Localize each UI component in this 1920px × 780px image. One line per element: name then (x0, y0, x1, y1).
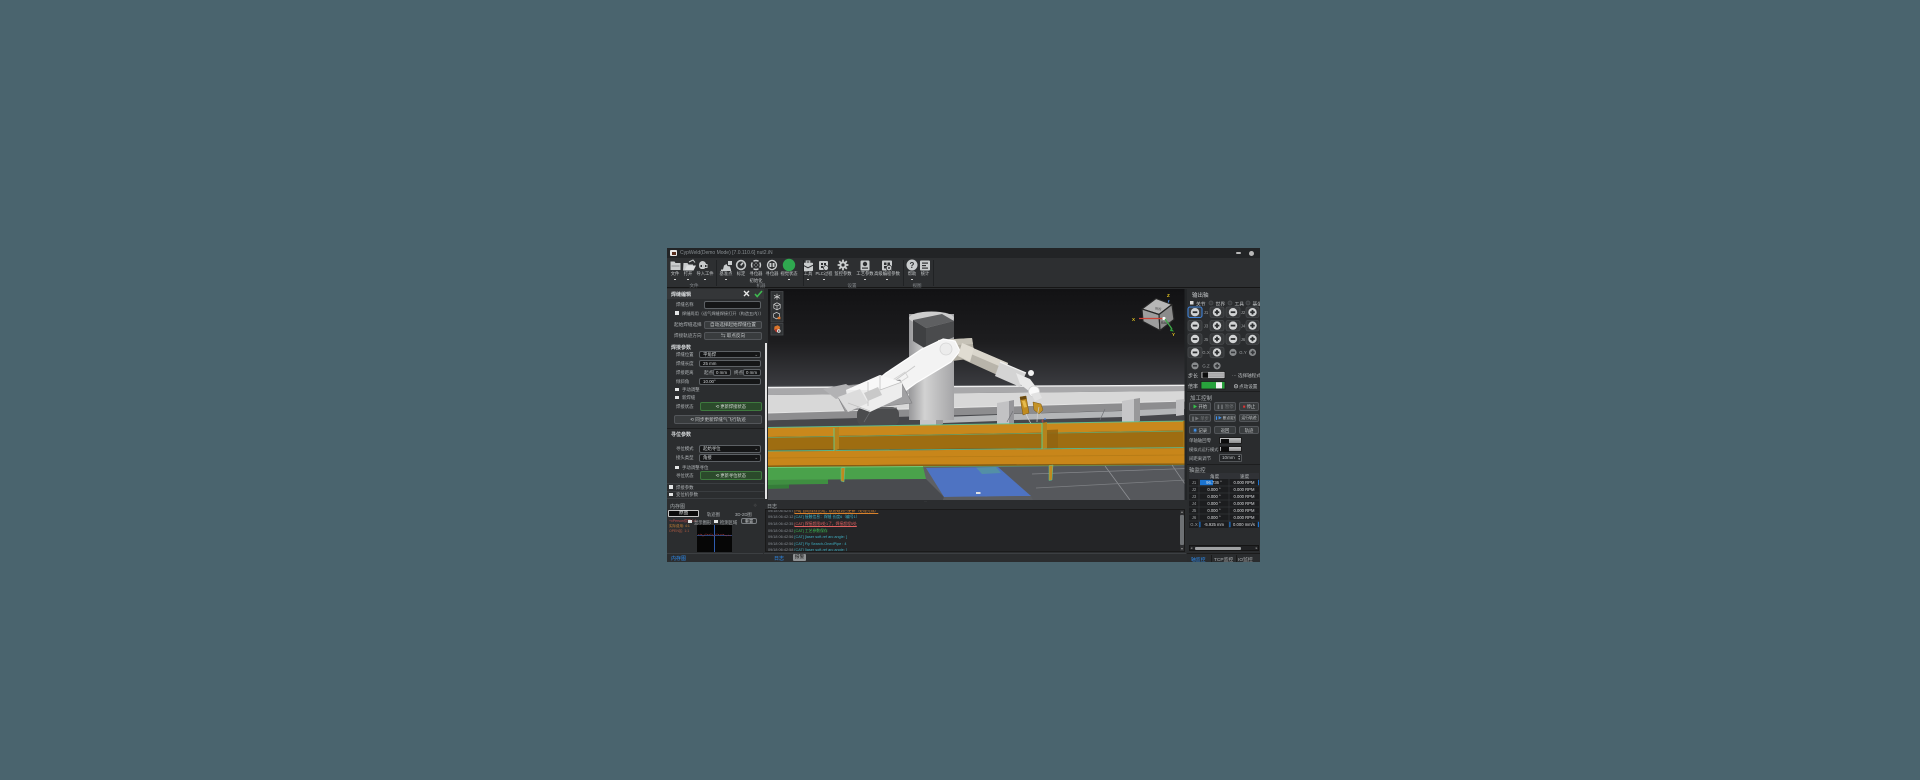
svg-text:0.000 RPM: 0.000 RPM (1234, 480, 1255, 485)
svg-text:0.000 °: 0.000 ° (1207, 487, 1221, 492)
svg-text:J1: J1 (1192, 480, 1197, 485)
svg-text:?: ? (910, 261, 915, 270)
svg-text:G.X: G.X (1190, 522, 1198, 527)
svg-text:J5: J5 (1204, 337, 1209, 342)
svg-text:点动设置: 点动设置 (1239, 383, 1258, 390)
svg-text:96.736 °: 96.736 ° (1206, 480, 1222, 485)
svg-text:0.000 RPM: 0.000 RPM (1234, 494, 1255, 499)
svg-text:G.Y: G.Y (1239, 350, 1247, 355)
svg-text:步长: 步长 (1188, 373, 1198, 380)
svg-text:Z: Z (1167, 293, 1170, 298)
svg-text:J4: J4 (1192, 501, 1197, 506)
svg-text:J2: J2 (1192, 487, 1197, 492)
svg-text:0.000 mm/s: 0.000 mm/s (1233, 522, 1255, 527)
svg-text:0.000 RPM: 0.000 RPM (1234, 515, 1255, 520)
svg-text:0.000 RPM: 0.000 RPM (1234, 508, 1255, 513)
svg-text:J1: J1 (1204, 310, 1209, 315)
svg-text:J3: J3 (1192, 494, 1197, 499)
svg-text:-5.925 mm: -5.925 mm (1204, 522, 1225, 527)
svg-text:Y: Y (1172, 332, 1175, 337)
svg-text:0.000 °: 0.000 ° (1207, 515, 1221, 520)
svg-text:J4: J4 (1241, 323, 1246, 328)
svg-text:J5: J5 (1192, 508, 1197, 513)
svg-text:G.X: G.X (1202, 350, 1210, 355)
svg-text:J3: J3 (1204, 323, 1209, 328)
svg-text:0.000 °: 0.000 ° (1207, 508, 1221, 513)
svg-text:0.000 RPM: 0.000 RPM (1234, 487, 1255, 492)
svg-text:0.000 °: 0.000 ° (1207, 501, 1221, 506)
svg-text:0.000 RPM: 0.000 RPM (1234, 501, 1255, 506)
svg-text:X: X (1132, 317, 1135, 322)
svg-text:0.000 °: 0.000 ° (1207, 494, 1221, 499)
svg-text:J2: J2 (1241, 310, 1246, 315)
svg-text:J6: J6 (1241, 337, 1246, 342)
svg-text:J6: J6 (1192, 515, 1197, 520)
svg-text:倍率: 倍率 (1188, 383, 1198, 390)
svg-text:G.Z: G.Z (1202, 364, 1210, 369)
svg-text:⋯ 选择轴程式: ⋯ 选择轴程式 (1232, 372, 1260, 379)
